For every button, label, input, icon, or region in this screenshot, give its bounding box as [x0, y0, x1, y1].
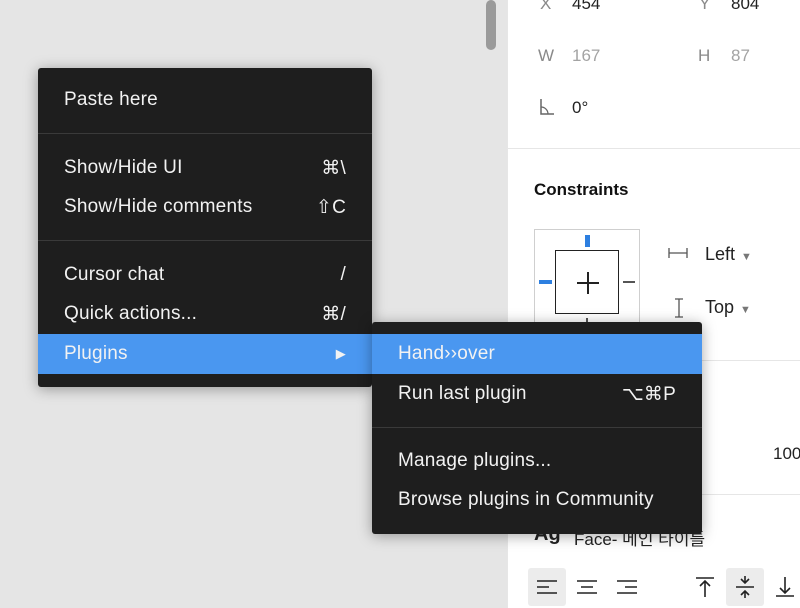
vertical-constraint-icon — [673, 298, 685, 323]
submenu-arrow-icon: ▶ — [335, 346, 346, 361]
submenu-item-handover[interactable]: Hand››over — [372, 334, 702, 374]
menu-item-shortcut: ⇧C — [315, 196, 346, 218]
align-right-icon — [617, 580, 637, 594]
menu-item-paste-here[interactable]: Paste here — [38, 80, 372, 120]
x-field[interactable]: 454 — [572, 0, 600, 14]
menu-item-label: Show/Hide UI — [64, 157, 183, 178]
partial-value-field[interactable]: 100 — [773, 444, 800, 464]
horizontal-constraint-dropdown[interactable]: Left ▼ — [705, 244, 752, 265]
h-field[interactable]: 87 — [731, 46, 750, 66]
align-middle-button[interactable] — [726, 568, 764, 606]
x-label: X — [540, 0, 552, 13]
submenu-item-shortcut: ⌥⌘P — [621, 383, 676, 405]
constraints-title: Constraints — [534, 180, 629, 199]
chevron-down-icon: ▼ — [740, 304, 751, 316]
w-field[interactable]: 167 — [572, 46, 600, 66]
vertical-constraint-dropdown[interactable]: Top ▼ — [705, 297, 751, 318]
horizontal-constraint-value: Left — [705, 244, 736, 264]
menu-item-label: Show/Hide comments — [64, 196, 253, 217]
align-center-button[interactable] — [568, 568, 606, 606]
y-label: Y — [699, 0, 711, 13]
menu-item-label: Cursor chat — [64, 264, 165, 285]
rotation-icon — [539, 98, 555, 121]
y-field[interactable]: 804 — [731, 0, 759, 14]
vertical-constraint-value: Top — [705, 297, 735, 317]
arrow-up-icon — [696, 577, 714, 597]
submenu-item-label: Hand››over — [398, 343, 496, 364]
menu-item-plugins[interactable]: Plugins ▶ — [38, 334, 372, 374]
h-label: H — [698, 46, 711, 65]
menu-separator — [38, 240, 372, 241]
align-left-icon — [537, 580, 557, 594]
align-bottom-button[interactable] — [766, 568, 800, 606]
constraint-left-bar[interactable] — [539, 280, 552, 284]
submenu-item-label: Browse plugins in Community — [398, 489, 654, 510]
menu-item-cursor-chat[interactable]: Cursor chat / — [38, 255, 372, 295]
plugins-submenu: Hand››over Run last plugin ⌥⌘P Manage pl… — [372, 322, 702, 534]
submenu-item-browse-plugins[interactable]: Browse plugins in Community — [372, 480, 702, 520]
w-label: W — [538, 46, 555, 65]
menu-item-label: Plugins — [64, 343, 128, 364]
align-middle-icon — [736, 576, 754, 598]
constraint-center-box — [555, 250, 619, 314]
menu-separator — [38, 133, 372, 134]
menu-item-label: Quick actions... — [64, 303, 198, 324]
align-center-icon — [577, 580, 597, 594]
menu-item-label: Paste here — [64, 89, 158, 110]
menu-item-quick-actions[interactable]: Quick actions... ⌘/ — [38, 294, 372, 334]
context-menu: Paste here Show/Hide UI ⌘\ Show/Hide com… — [38, 68, 372, 387]
submenu-item-label: Manage plugins... — [398, 450, 552, 471]
submenu-item-manage-plugins[interactable]: Manage plugins... — [372, 441, 702, 481]
submenu-item-run-last-plugin[interactable]: Run last plugin ⌥⌘P — [372, 374, 702, 414]
canvas-scrollbar[interactable] — [486, 0, 496, 50]
align-top-button[interactable] — [686, 568, 724, 606]
submenu-item-label: Run last plugin — [398, 383, 527, 404]
menu-separator — [372, 427, 702, 428]
align-left-button[interactable] — [528, 568, 566, 606]
horizontal-constraint-icon — [668, 246, 688, 265]
rotation-field[interactable]: 0° — [572, 98, 588, 118]
menu-item-shortcut: ⌘\ — [321, 157, 346, 179]
menu-item-shortcut: ⌘/ — [321, 303, 346, 325]
menu-item-show-hide-comments[interactable]: Show/Hide comments ⇧C — [38, 187, 372, 227]
arrow-down-icon — [776, 577, 794, 597]
align-right-button[interactable] — [608, 568, 646, 606]
panel-divider — [508, 148, 800, 149]
constraint-top-bar[interactable] — [585, 235, 590, 247]
constraint-right-bar[interactable] — [623, 281, 635, 283]
chevron-down-icon: ▼ — [741, 251, 752, 263]
menu-item-shortcut: / — [340, 264, 346, 285]
constraints-widget[interactable] — [534, 229, 640, 335]
constraint-center-vline[interactable] — [587, 272, 589, 294]
menu-item-show-hide-ui[interactable]: Show/Hide UI ⌘\ — [38, 148, 372, 188]
